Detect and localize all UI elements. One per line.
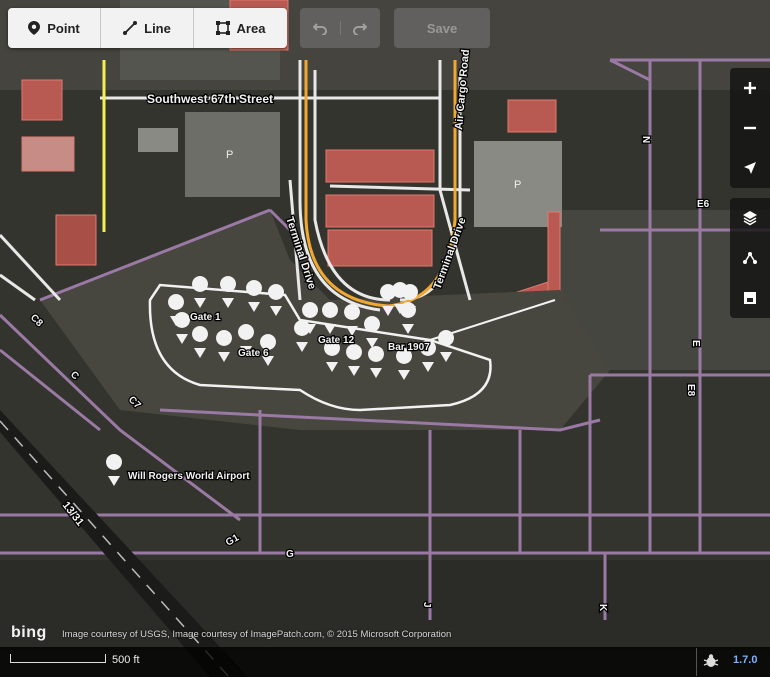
parking-label: P bbox=[514, 179, 521, 191]
zoom-out-icon bbox=[744, 126, 756, 130]
terminal-building bbox=[327, 229, 433, 267]
zoom-in-button[interactable] bbox=[730, 68, 770, 108]
mode-toolbar: Point Line Area bbox=[8, 8, 287, 48]
add-point-button[interactable]: Point bbox=[8, 8, 101, 48]
airport-label: Will Rogers World Airport bbox=[128, 471, 250, 482]
scale-bar[interactable] bbox=[10, 654, 106, 663]
scale-label: 500 ft bbox=[112, 654, 140, 666]
bing-logo: bing bbox=[11, 624, 47, 641]
concourse-building bbox=[547, 211, 561, 293]
help-icon bbox=[744, 292, 756, 304]
locate-icon bbox=[744, 162, 756, 174]
taxiway-label: G bbox=[286, 549, 294, 560]
terminal-building bbox=[325, 194, 435, 228]
parking-label: P bbox=[226, 149, 233, 161]
building bbox=[21, 79, 63, 121]
point-icon bbox=[28, 21, 41, 35]
add-line-button[interactable]: Line bbox=[101, 8, 194, 48]
help-button[interactable] bbox=[730, 278, 770, 318]
area-label: Area bbox=[236, 20, 266, 36]
line-icon bbox=[123, 21, 138, 35]
zoom-controls bbox=[730, 68, 770, 188]
map-data-icon bbox=[743, 252, 757, 264]
taxiway-label: E8 bbox=[685, 384, 696, 397]
add-area-button[interactable]: Area bbox=[194, 8, 287, 48]
point-label: Point bbox=[47, 20, 80, 36]
save-button[interactable]: Save bbox=[394, 8, 490, 48]
report-bug-button[interactable] bbox=[700, 650, 722, 672]
map-canvas[interactable]: P P Southwest 67th Street Air Cargo Road… bbox=[0, 0, 770, 677]
imagery-attribution[interactable]: Image courtesy of USGS, Image courtesy o… bbox=[62, 629, 451, 640]
taxiway-label: E bbox=[690, 340, 701, 347]
gate-label: Gate 6 bbox=[238, 348, 269, 359]
footer-divider bbox=[696, 648, 697, 676]
fire-station bbox=[55, 214, 97, 266]
bug-icon bbox=[703, 654, 719, 667]
street-label: Southwest 67th Street bbox=[147, 92, 273, 106]
taxiway-label: J bbox=[421, 602, 432, 608]
undo-button[interactable] bbox=[300, 21, 341, 35]
terminal-building bbox=[325, 149, 435, 183]
building bbox=[507, 99, 557, 133]
version-label[interactable]: 1.7.0 bbox=[733, 654, 757, 666]
redo-button[interactable] bbox=[341, 21, 381, 35]
redo-icon bbox=[353, 23, 368, 35]
panel-controls bbox=[730, 198, 770, 318]
map-data-button[interactable] bbox=[730, 238, 770, 278]
taxiway-label: N bbox=[640, 136, 651, 143]
taxiway-label: E6 bbox=[697, 199, 710, 210]
area-icon bbox=[215, 21, 230, 35]
zoom-out-button[interactable] bbox=[730, 108, 770, 148]
gate-label: Gate 1 bbox=[190, 312, 221, 323]
background-layers-button[interactable] bbox=[730, 198, 770, 238]
taxiway-label: K bbox=[597, 604, 608, 612]
undo-icon bbox=[312, 23, 327, 35]
bar-label: Bar 1907 bbox=[388, 342, 430, 353]
building bbox=[138, 128, 178, 152]
undo-redo-group bbox=[300, 8, 380, 48]
line-label: Line bbox=[144, 20, 171, 36]
layers-icon bbox=[743, 211, 757, 226]
geolocate-button[interactable] bbox=[730, 148, 770, 188]
building bbox=[21, 136, 75, 172]
zoom-in-icon bbox=[744, 82, 756, 94]
gate-label: Gate 12 bbox=[318, 335, 355, 346]
